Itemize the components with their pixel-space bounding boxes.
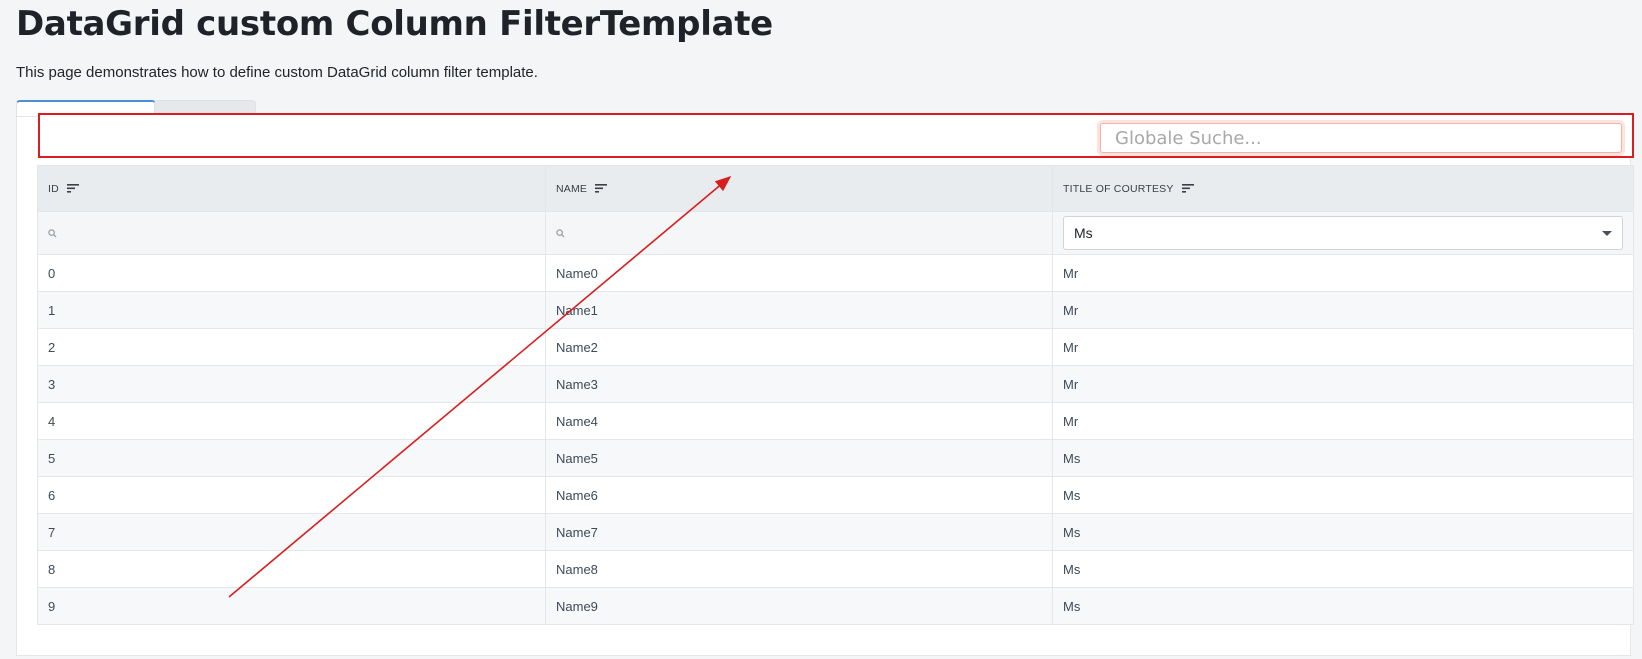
title-filter-value: Ms — [1074, 225, 1093, 241]
grid-toolbar — [38, 113, 1634, 158]
column-header-name[interactable]: NAME — [545, 165, 1053, 212]
table-row[interactable]: 7 Name7 Ms — [37, 513, 1634, 551]
cell-name: Name5 — [545, 439, 1053, 477]
table-row[interactable]: 8 Name8 Ms — [37, 550, 1634, 588]
cell-id: 1 — [37, 291, 546, 329]
page-description: This page demonstrates how to define cus… — [16, 64, 538, 81]
cell-name: Name6 — [545, 476, 1053, 514]
cell-name: Name4 — [545, 402, 1053, 440]
table-row[interactable]: 2 Name2 Mr — [37, 328, 1634, 366]
grid-header-row: ID NAME TITLE OF COURTESY — [37, 165, 1634, 212]
cell-name: Name3 — [545, 365, 1053, 403]
cell-title: Mr — [1052, 328, 1634, 366]
sort-icon[interactable] — [1181, 184, 1194, 193]
cell-name: Name1 — [545, 291, 1053, 329]
cell-title: Ms — [1052, 439, 1634, 477]
global-search-input[interactable] — [1100, 123, 1622, 153]
cell-id: 0 — [37, 254, 546, 292]
cell-id: 4 — [37, 402, 546, 440]
data-grid: ID NAME TITLE OF COURTESY Ms 0 Name0 Mr … — [37, 165, 1634, 625]
cell-name: Name9 — [545, 587, 1053, 625]
column-header-label: TITLE OF COURTESY — [1063, 182, 1174, 195]
cell-name: Name7 — [545, 513, 1053, 551]
column-header-label: ID — [48, 182, 59, 195]
cell-id: 8 — [37, 550, 546, 588]
filter-id[interactable] — [37, 211, 546, 255]
search-icon — [556, 228, 565, 238]
grid-filter-row: Ms — [37, 211, 1634, 255]
sort-icon[interactable] — [595, 184, 608, 193]
grid-body: 0 Name0 Mr 1 Name1 Mr 2 Name2 Mr 3 Name3 Mr 4 Name4 Mr… — [37, 254, 1634, 625]
column-header-id[interactable]: ID — [37, 165, 546, 212]
cell-title: Ms — [1052, 513, 1634, 551]
cell-id: 6 — [37, 476, 546, 514]
table-row[interactable]: 5 Name5 Ms — [37, 439, 1634, 477]
filter-name[interactable] — [545, 211, 1053, 255]
column-header-label: NAME — [556, 182, 588, 195]
cell-id: 2 — [37, 328, 546, 366]
filter-name-search[interactable] — [556, 228, 1042, 238]
table-row[interactable]: 0 Name0 Mr — [37, 254, 1634, 292]
cell-title: Mr — [1052, 291, 1634, 329]
cell-title: Mr — [1052, 402, 1634, 440]
chevron-down-icon — [1602, 230, 1612, 236]
title-filter-select[interactable]: Ms — [1063, 216, 1623, 250]
filter-id-search[interactable] — [48, 228, 535, 238]
table-row[interactable]: 3 Name3 Mr — [37, 365, 1634, 403]
table-row[interactable]: 4 Name4 Mr — [37, 402, 1634, 440]
cell-title: Mr — [1052, 365, 1634, 403]
search-icon — [48, 228, 57, 238]
cell-name: Name8 — [545, 550, 1053, 588]
cell-name: Name2 — [545, 328, 1053, 366]
cell-id: 5 — [37, 439, 546, 477]
cell-id: 3 — [37, 365, 546, 403]
cell-id: 9 — [37, 587, 546, 625]
table-row[interactable]: 6 Name6 Ms — [37, 476, 1634, 514]
cell-title: Ms — [1052, 550, 1634, 588]
column-header-title[interactable]: TITLE OF COURTESY — [1052, 165, 1634, 212]
page-title: DataGrid custom Column FilterTemplate — [16, 4, 773, 44]
table-row[interactable]: 9 Name9 Ms — [37, 587, 1634, 625]
cell-title: Mr — [1052, 254, 1634, 292]
sort-icon[interactable] — [67, 184, 80, 193]
cell-title: Ms — [1052, 476, 1634, 514]
cell-id: 7 — [37, 513, 546, 551]
cell-name: Name0 — [545, 254, 1053, 292]
filter-title: Ms — [1052, 211, 1634, 255]
table-row[interactable]: 1 Name1 Mr — [37, 291, 1634, 329]
cell-title: Ms — [1052, 587, 1634, 625]
